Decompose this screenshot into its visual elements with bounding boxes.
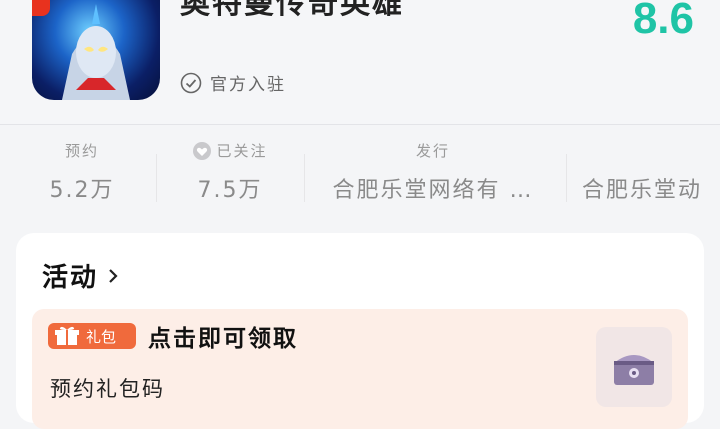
stat-value: 5.2万 (49, 178, 115, 203)
stat-label (582, 138, 720, 164)
stat-divider (156, 154, 157, 202)
stats-row: 预约 5.2万 已关注 7.5万 发行 合肥乐堂网络有 … 合肥乐堂动 (0, 138, 720, 210)
stat-developer[interactable]: 合肥乐堂动 (582, 138, 720, 210)
icon-corner-badge (32, 0, 50, 16)
gift-chest-image (596, 327, 672, 407)
check-circle-icon (180, 72, 202, 93)
stat-reservations[interactable]: 预约 5.2万 (22, 138, 142, 210)
gift-pack-item[interactable]: 礼包 点击即可领取 预约礼包码 (32, 309, 688, 429)
activity-section-header[interactable]: 活动 (42, 257, 120, 294)
header-divider (0, 124, 720, 125)
stat-publisher[interactable]: 发行 合肥乐堂网络有 … (318, 138, 548, 210)
stat-label: 发行 (415, 142, 450, 160)
app-title: 奥特曼传奇英雄 (180, 0, 404, 21)
app-header: 奥特曼传奇英雄 官方入驻 8.6 (0, 0, 720, 124)
hero-artwork (62, 4, 130, 100)
stat-divider (304, 154, 305, 202)
activity-card: 活动 礼包 点击即可领取 预约礼包码 (16, 233, 704, 429)
app-icon[interactable] (32, 0, 160, 100)
section-title: 活动 (42, 263, 99, 293)
stat-followers[interactable]: 已关注 7.5万 (170, 138, 290, 210)
gift-tag: 礼包 (48, 323, 136, 349)
stat-value: 合肥乐堂网络有 … (332, 178, 534, 203)
gift-claim-text[interactable]: 点击即可领取 (148, 319, 298, 353)
chevron-right-icon (109, 268, 118, 283)
gift-icon (55, 326, 79, 345)
gift-tag-label: 礼包 (86, 327, 117, 346)
rating-score: 8.6 (632, 0, 694, 43)
gift-name: 预约礼包码 (50, 377, 165, 401)
stat-label: 预约 (64, 142, 99, 160)
heart-icon (193, 142, 212, 160)
verified-badge: 官方入驻 (180, 70, 286, 95)
stat-label: 已关注 (216, 142, 268, 160)
stat-value: 7.5万 (197, 178, 263, 203)
stat-divider (566, 154, 567, 202)
treasure-chest-icon (614, 355, 654, 385)
stat-value: 合肥乐堂动 (582, 178, 703, 203)
verified-label: 官方入驻 (210, 75, 286, 95)
